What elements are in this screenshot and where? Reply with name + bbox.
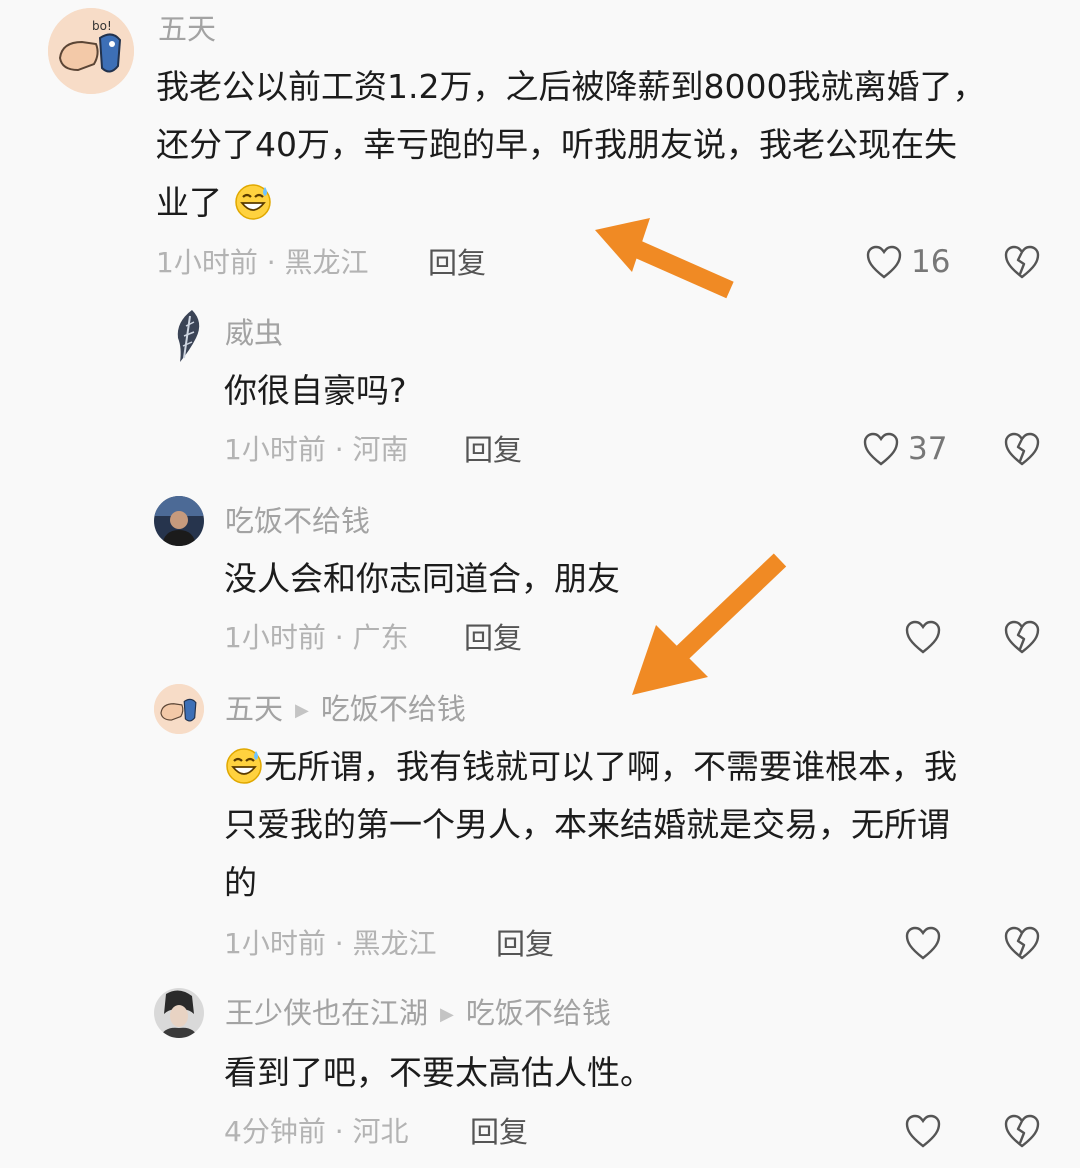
comment-text-line: 看到了吧，不要太高估人性。 <box>224 1053 653 1092</box>
like-button[interactable]: 16 <box>865 244 950 280</box>
comment-meta: 1小时前 · 河南 <box>224 433 409 467</box>
like-button[interactable]: 37 <box>862 431 947 467</box>
comment-location: 广东 <box>352 621 409 654</box>
dislike-broken-heart-icon[interactable] <box>1003 244 1041 280</box>
meta-separator: · <box>325 621 353 654</box>
reply-to-username[interactable]: 吃饭不给钱 <box>321 692 466 726</box>
comment-text-line: 还分了40万，幸亏跑的早，听我朋友说，我老公现在失 <box>156 125 957 164</box>
comment-text: 你很自豪吗? <box>224 362 1044 420</box>
comment-location: 河北 <box>352 1115 409 1148</box>
comment-time: 1小时前 <box>224 927 326 960</box>
comment-2: 威虫 你很自豪吗? 1小时前 · 河南 回复 37 <box>0 300 1080 480</box>
comment-location: 黑龙江 <box>352 927 437 960</box>
comment-username[interactable]: 王少侠也在江湖 <box>225 996 428 1030</box>
comment-text-line: 我老公以前工资1.2万，之后被降薪到8000我就离婚了， <box>156 67 986 106</box>
comment-meta: 1小时前 · 黑龙江 <box>224 927 437 961</box>
comment-username[interactable]: 五天 <box>158 12 216 46</box>
reply-button[interactable]: 回复 <box>464 621 522 655</box>
person-photo-icon <box>154 496 204 546</box>
reply-button[interactable]: 回复 <box>428 246 486 280</box>
reply-button[interactable]: 回复 <box>464 433 522 467</box>
meta-separator: · <box>325 1115 353 1148</box>
dislike-broken-heart-icon[interactable] <box>1003 619 1041 655</box>
grin-sweat-emoji-icon <box>234 184 271 220</box>
comment-username-row: 五天 ▶ 吃饭不给钱 <box>225 692 466 728</box>
heart-icon[interactable] <box>904 925 942 961</box>
comment-text-line: 的 <box>224 863 257 902</box>
comment-meta: 1小时前 · 黑龙江 <box>156 246 369 280</box>
comment-time: 1小时前 <box>224 433 326 466</box>
comment-time: 1小时前 <box>156 246 258 279</box>
comment-text: 看到了吧，不要太高估人性。 <box>224 1044 1044 1102</box>
comment-5: 王少侠也在江湖 ▶ 吃饭不给钱 看到了吧，不要太高估人性。 4分钟前 · 河北 回复 <box>0 980 1080 1168</box>
heart-icon <box>863 432 899 466</box>
dislike-broken-heart-icon[interactable] <box>1003 431 1041 467</box>
dislike-broken-heart-icon[interactable] <box>1003 1113 1041 1149</box>
heart-icon[interactable] <box>904 1113 942 1149</box>
comment-text: 无所谓，我有钱就可以了啊，不需要谁根本，我 只爱我的第一个男人，本来结婚就是交易… <box>224 738 1054 912</box>
comment-text-line: 无所谓，我有钱就可以了啊，不需要谁根本，我 <box>264 747 957 786</box>
meta-separator: · <box>325 927 353 960</box>
reply-button[interactable]: 回复 <box>496 927 554 961</box>
user-avatar[interactable] <box>154 496 204 546</box>
comment-location: 河南 <box>352 433 409 466</box>
comment-meta: 4分钟前 · 河北 <box>224 1115 409 1149</box>
comment-username[interactable]: 五天 <box>225 692 283 726</box>
like-count: 37 <box>908 431 948 467</box>
like-count: 16 <box>911 244 951 280</box>
fist-cartoon-icon <box>154 684 204 734</box>
comment-meta: 1小时前 · 广东 <box>224 621 409 655</box>
person-photo-icon <box>154 988 204 1038</box>
heart-icon[interactable] <box>904 619 942 655</box>
reply-to-username[interactable]: 吃饭不给钱 <box>466 996 611 1030</box>
comment-4: 五天 ▶ 吃饭不给钱 无所谓，我有钱就可以了啊，不需要谁根本，我 只爱我的第一个男人… <box>0 670 1080 980</box>
comment-text-line: 只爱我的第一个男人，本来结婚就是交易，无所谓 <box>224 805 950 844</box>
svg-text:bo!: bo! <box>92 19 112 33</box>
comment-text: 没人会和你志同道合，朋友 <box>224 550 1044 608</box>
meta-separator: · <box>325 433 353 466</box>
comment-text-line: 你很自豪吗? <box>224 371 407 410</box>
user-avatar[interactable] <box>166 308 212 364</box>
grin-sweat-emoji-icon <box>226 748 262 784</box>
fist-cartoon-icon: bo! <box>48 8 134 94</box>
user-avatar[interactable]: bo! <box>48 8 134 94</box>
meta-separator: · <box>257 246 285 279</box>
dislike-broken-heart-icon[interactable] <box>1003 925 1041 961</box>
reply-button[interactable]: 回复 <box>470 1115 528 1149</box>
comment-location: 黑龙江 <box>284 246 369 279</box>
comment-username[interactable]: 吃饭不给钱 <box>225 504 370 538</box>
comment-text-line: 业了 <box>156 183 222 222</box>
feather-icon <box>177 310 200 362</box>
reply-arrow-icon: ▶ <box>440 1004 454 1025</box>
comment-time: 4分钟前 <box>224 1115 326 1148</box>
heart-icon <box>866 245 902 279</box>
comment-3: 吃饭不给钱 没人会和你志同道合，朋友 1小时前 · 广东 回复 <box>0 480 1080 670</box>
user-avatar[interactable] <box>154 684 204 734</box>
comment-time: 1小时前 <box>224 621 326 654</box>
comment-username[interactable]: 威虫 <box>225 316 283 350</box>
comment-username-row: 王少侠也在江湖 ▶ 吃饭不给钱 <box>225 996 611 1032</box>
reply-arrow-icon: ▶ <box>295 700 309 721</box>
comment-text: 我老公以前工资1.2万，之后被降薪到8000我就离婚了， 还分了40万，幸亏跑的… <box>156 58 1056 232</box>
comment-1: bo! 五天 我老公以前工资1.2万，之后被降薪到8000我就离婚了， 还分了4… <box>0 0 1080 300</box>
comment-text-line: 没人会和你志同道合，朋友 <box>224 559 620 598</box>
user-avatar[interactable] <box>154 988 204 1038</box>
